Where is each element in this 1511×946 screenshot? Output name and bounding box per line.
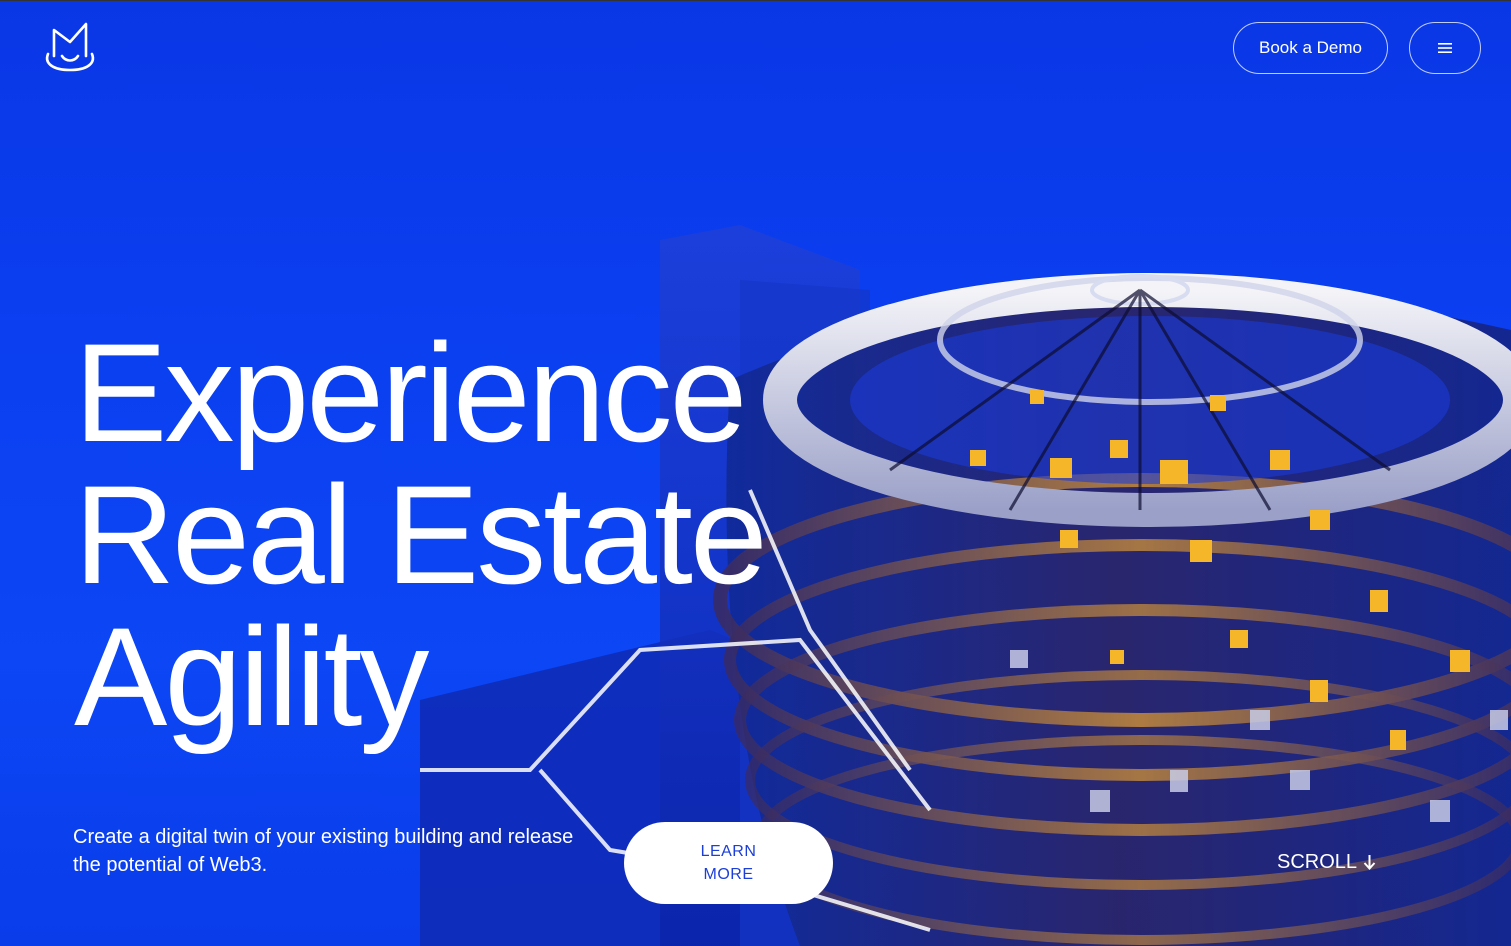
headline-line-3: Agility: [74, 598, 429, 755]
logo-icon[interactable]: [40, 22, 100, 72]
hamburger-menu-icon: [1438, 43, 1452, 53]
headline-line-2: Real Estate: [74, 456, 768, 613]
hero-subtext: Create a digital twin of your existing b…: [73, 826, 574, 876]
top-border: [0, 0, 1511, 1]
headline-line-1: Experience: [74, 314, 747, 471]
learn-more-button[interactable]: LEARN MORE: [624, 822, 833, 904]
scroll-label: SCROLL: [1277, 850, 1358, 873]
book-demo-button[interactable]: Book a Demo: [1233, 22, 1388, 74]
hero-headline: Experience Real Estate Agility: [74, 314, 768, 755]
menu-button[interactable]: [1409, 22, 1481, 74]
scroll-indicator[interactable]: SCROLL: [1277, 849, 1376, 875]
learn-more-label: LEARN MORE: [700, 843, 757, 883]
arrow-down-icon: [1363, 855, 1376, 870]
